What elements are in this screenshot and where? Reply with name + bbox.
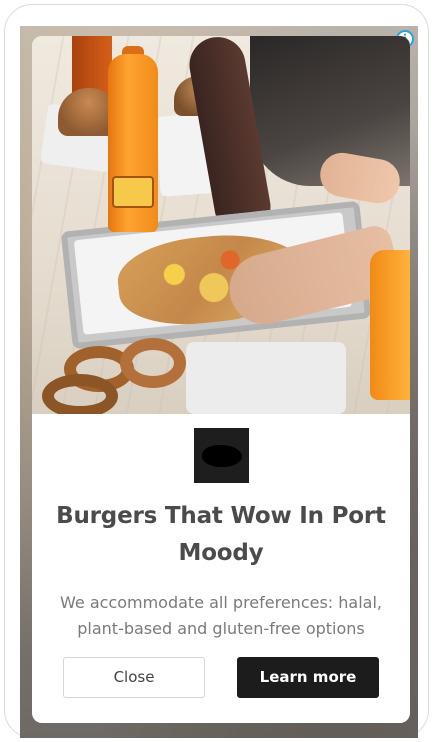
ad-headline[interactable]: Burgers That Wow In Port Moody	[52, 498, 390, 572]
logo-mark	[202, 445, 242, 467]
takeout-box-bottom	[186, 342, 346, 414]
ad-photo[interactable]	[32, 36, 410, 414]
advertiser-logo[interactable]	[194, 428, 249, 483]
ad-description: We accommodate all preferences: halal, p…	[60, 593, 382, 638]
learn-more-button[interactable]: Learn more	[237, 657, 379, 698]
onion-rings	[42, 338, 192, 414]
onion-ring	[120, 338, 186, 388]
soda-bottle-label	[112, 176, 154, 208]
onion-ring	[42, 374, 118, 414]
soda-bottle-right	[370, 250, 410, 400]
ad-card: Burgers That Wow In Port Moody We accomm…	[32, 36, 410, 723]
close-button[interactable]: Close	[63, 657, 205, 698]
